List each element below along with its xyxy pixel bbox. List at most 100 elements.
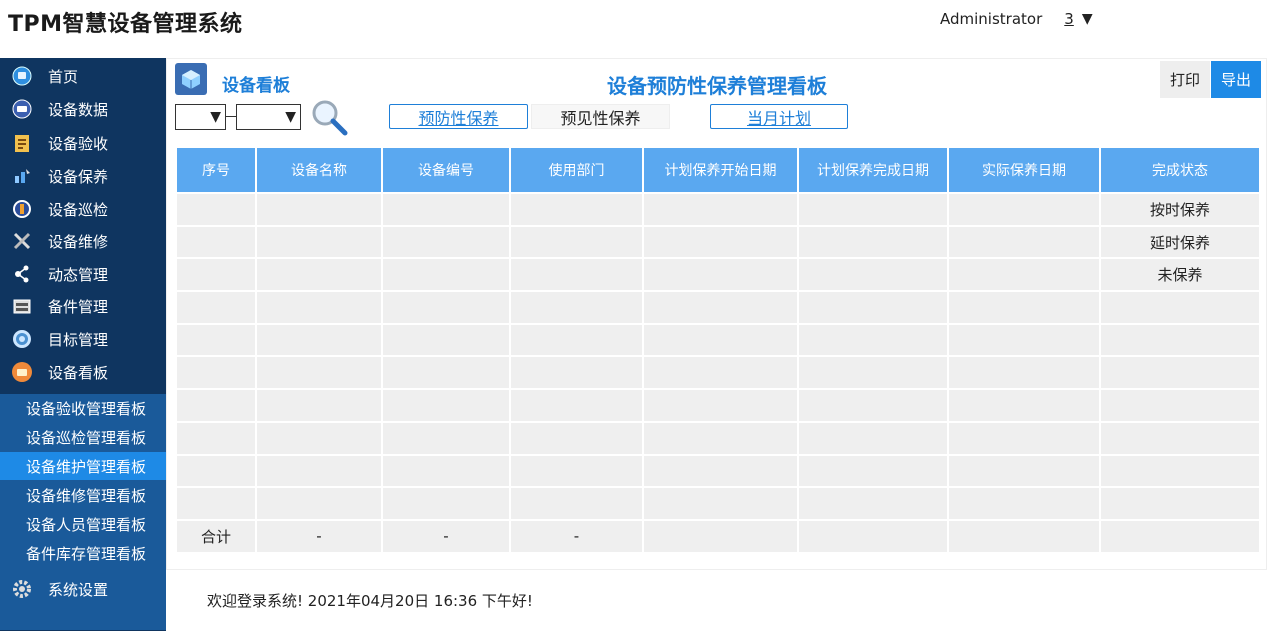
sub-item-personnel-board[interactable]: 设备人员管理看板 — [0, 510, 166, 538]
table-cell — [381, 453, 511, 489]
nav-item-target[interactable]: 目标管理 — [0, 323, 166, 355]
share-icon — [11, 263, 33, 285]
table-row — [175, 290, 1261, 325]
table-cell — [509, 224, 644, 260]
table-cell — [175, 192, 257, 227]
table-cell — [947, 322, 1101, 358]
table-cell — [642, 388, 799, 423]
table-cell — [255, 257, 383, 293]
tools-icon — [11, 230, 33, 252]
nav-item-equipment-data[interactable]: 设备数据 — [0, 93, 166, 125]
nav-item-home[interactable]: 首页 — [0, 60, 166, 92]
nav-item-dashboard[interactable]: 设备看板 — [0, 356, 166, 388]
column-header[interactable]: 计划保养完成日期 — [797, 146, 949, 194]
user-menu-caret-icon[interactable]: ▼ — [1082, 11, 1093, 27]
nav-item-dynamic[interactable]: 动态管理 — [0, 258, 166, 290]
data-icon — [11, 98, 33, 120]
app-title: TPM智慧设备管理系统 — [8, 12, 243, 37]
table-cell — [255, 192, 383, 227]
maintenance-icon — [11, 165, 33, 187]
range-separator — [226, 116, 236, 117]
sub-item-label: 设备人员管理看板 — [26, 515, 147, 534]
table-cell — [255, 486, 383, 521]
tab-preventive[interactable]: 预防性保养 — [389, 104, 528, 129]
tab-month-plan[interactable]: 当月计划 — [710, 104, 848, 129]
nav-item-label: 首页 — [48, 67, 79, 86]
sub-item-label: 设备维护管理看板 — [26, 457, 147, 476]
column-header[interactable]: 完成状态 — [1099, 146, 1261, 194]
table-header-row: 序号 设备名称 设备编号 使用部门 计划保养开始日期 计划保养完成日期 实际保养… — [175, 146, 1261, 194]
column-header[interactable]: 实际保养日期 — [947, 146, 1101, 194]
column-header[interactable]: 使用部门 — [509, 146, 644, 194]
nav-item-repair[interactable]: 设备维修 — [0, 225, 166, 257]
sub-item-inspection-board[interactable]: 设备巡检管理看板 — [0, 423, 166, 451]
nav-item-parts[interactable]: 备件管理 — [0, 290, 166, 322]
table-cell — [175, 453, 257, 489]
table-cell — [255, 453, 383, 489]
nav-item-label: 设备维修 — [48, 232, 109, 251]
sub-item-acceptance-board[interactable]: 设备验收管理看板 — [0, 394, 166, 422]
nav-item-label: 设备数据 — [48, 100, 109, 119]
nav-item-inspection[interactable]: 设备巡检 — [0, 193, 166, 225]
notification-count[interactable]: 3 — [1064, 10, 1074, 28]
column-header[interactable]: 计划保养开始日期 — [642, 146, 799, 194]
table-cell — [947, 355, 1101, 391]
table-cell — [255, 224, 383, 260]
table-cell — [642, 322, 799, 358]
table-cell — [947, 453, 1101, 489]
table-cell — [381, 257, 511, 293]
table-cell — [509, 453, 644, 489]
table-cell — [175, 388, 257, 423]
table-cell — [642, 290, 799, 325]
table-cell — [947, 518, 1101, 554]
table-cell — [1099, 453, 1261, 489]
table-cell — [947, 388, 1101, 423]
sub-item-label: 设备维修管理看板 — [26, 486, 147, 505]
nav-item-label: 备件管理 — [48, 297, 109, 316]
column-header[interactable]: 设备编号 — [381, 146, 511, 194]
table-cell: - — [255, 518, 383, 554]
table-cell: 未保养 — [1099, 257, 1261, 293]
end-date-select[interactable]: ▼ — [236, 104, 301, 130]
table-cell — [381, 388, 511, 423]
table-row — [175, 388, 1261, 423]
table-cell — [255, 322, 383, 358]
column-header[interactable]: 设备名称 — [255, 146, 383, 194]
sidebar: 首页 设备数据 设备验收 设备保养 设备巡检 设备维修 动态管理 备件管理 目标… — [0, 58, 166, 631]
sub-item-parts-board[interactable]: 备件库存管理看板 — [0, 539, 166, 567]
print-button[interactable]: 打印 — [1160, 61, 1210, 98]
nav-item-maintenance[interactable]: 设备保养 — [0, 160, 166, 192]
search-icon[interactable] — [309, 97, 349, 137]
nav-item-acceptance[interactable]: 设备验收 — [0, 127, 166, 159]
export-button[interactable]: 导出 — [1211, 61, 1261, 98]
tab-predictive[interactable]: 预见性保养 — [531, 104, 670, 129]
table-cell — [509, 486, 644, 521]
table-cell — [947, 290, 1101, 325]
user-name[interactable]: Administrator — [940, 10, 1042, 28]
table-cell — [509, 192, 644, 227]
table-row — [175, 486, 1261, 521]
table-cell — [175, 420, 257, 456]
home-icon — [11, 65, 33, 87]
nav-item-label: 设备验收 — [48, 134, 109, 153]
table-cell — [797, 453, 949, 489]
table-cell — [255, 420, 383, 456]
table-row: 未保养 — [175, 257, 1261, 293]
table-row — [175, 322, 1261, 358]
table-cell — [381, 420, 511, 456]
table-cell — [175, 224, 257, 260]
start-date-select[interactable]: ▼ — [175, 104, 226, 130]
table-cell — [175, 290, 257, 325]
sub-item-repair-board[interactable]: 设备维修管理看板 — [0, 481, 166, 509]
table-cell — [797, 192, 949, 227]
table-row: 延时保养 — [175, 224, 1261, 260]
table-cell: 按时保养 — [1099, 192, 1261, 227]
status-footer: 欢迎登录系统! 2021年04月20日 16:36 下午好! — [207, 592, 533, 610]
table-cell — [381, 322, 511, 358]
nav-item-settings[interactable]: 系统设置 — [0, 573, 166, 605]
sub-item-maintenance-board[interactable]: 设备维护管理看板 — [0, 452, 166, 480]
column-header[interactable]: 序号 — [175, 146, 257, 194]
table-cell — [947, 486, 1101, 521]
table-cell — [381, 290, 511, 325]
table-cell — [381, 192, 511, 227]
